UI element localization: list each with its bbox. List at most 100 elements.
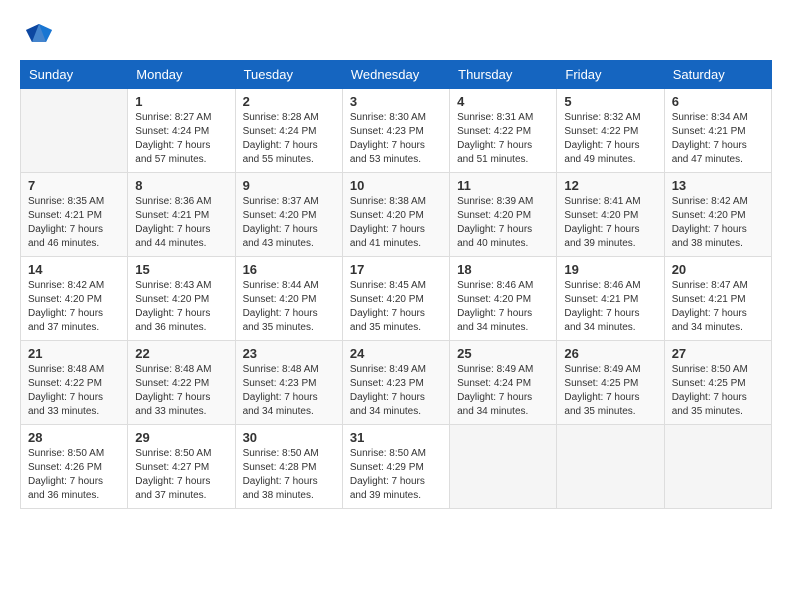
table-row: 23 Sunrise: 8:48 AMSunset: 4:23 PMDayligh… xyxy=(235,341,342,425)
table-row: 18Sunrise: 8:46 AMSunset: 4:20 PMDayligh… xyxy=(450,257,557,341)
table-row xyxy=(450,425,557,509)
day-info: Sunrise: 8:50 AMSunset: 4:25 PMDaylight:… xyxy=(672,363,764,419)
day-number: 31 xyxy=(350,430,442,445)
table-row: 30 Sunrise: 8:50 AMSunset: 4:28 PMDayligh… xyxy=(235,425,342,509)
day-info: Sunrise: 8:45 AMSunset: 4:20 PMDaylight:… xyxy=(350,279,442,335)
table-row: 15 Sunrise: 8:43 AMSunset: 4:20 PMDayligh… xyxy=(128,257,235,341)
table-row: 21 Sunrise: 8:48 AMSunset: 4:22 PMDayligh… xyxy=(21,341,128,425)
day-number: 5 xyxy=(564,94,656,109)
day-info: Sunrise: 8:47 AMSunset: 4:21 PMDaylight:… xyxy=(672,279,764,335)
table-row: 16 Sunrise: 8:44 AMSunset: 4:20 PMDayligh… xyxy=(235,257,342,341)
day-info: Sunrise: 8:41 AMSunset: 4:20 PMDaylight:… xyxy=(564,195,656,251)
day-number: 30 xyxy=(243,430,335,445)
day-info: Sunrise: 8:48 AMSunset: 4:22 PMDaylight:… xyxy=(135,363,227,419)
day-number: 29 xyxy=(135,430,227,445)
day-info: Sunrise: 8:34 AMSunset: 4:21 PMDaylight:… xyxy=(672,111,764,167)
day-number: 14 xyxy=(28,262,120,277)
day-info: Sunrise: 8:36 AMSunset: 4:21 PMDaylight:… xyxy=(135,195,227,251)
table-row: 17 Sunrise: 8:45 AMSunset: 4:20 PMDayligh… xyxy=(342,257,449,341)
table-row: 22 Sunrise: 8:48 AMSunset: 4:22 PMDayligh… xyxy=(128,341,235,425)
day-info: Sunrise: 8:42 AMSunset: 4:20 PMDaylight:… xyxy=(672,195,764,251)
logo xyxy=(20,20,54,50)
calendar: SundayMondayTuesdayWednesdayThursdayFrid… xyxy=(20,60,772,509)
table-row: 31 Sunrise: 8:50 AMSunset: 4:29 PMDayligh… xyxy=(342,425,449,509)
day-number: 22 xyxy=(135,346,227,361)
day-number: 23 xyxy=(243,346,335,361)
day-info: Sunrise: 8:49 AMSunset: 4:23 PMDaylight:… xyxy=(350,363,442,419)
day-number: 19 xyxy=(564,262,656,277)
day-info: Sunrise: 8:50 AMSunset: 4:29 PMDaylight:… xyxy=(350,447,442,503)
day-info: Sunrise: 8:27 AMSunset: 4:24 PMDaylight:… xyxy=(135,111,227,167)
table-row: 11 Sunrise: 8:39 AMSunset: 4:20 PMDayligh… xyxy=(450,173,557,257)
day-number: 3 xyxy=(350,94,442,109)
table-row: 14 Sunrise: 8:42 AMSunset: 4:20 PMDayligh… xyxy=(21,257,128,341)
day-info: Sunrise: 8:50 AMSunset: 4:28 PMDaylight:… xyxy=(243,447,335,503)
day-number: 13 xyxy=(672,178,764,193)
table-row: 1 Sunrise: 8:27 AMSunset: 4:24 PMDaylight… xyxy=(128,89,235,173)
day-info: Sunrise: 8:35 AMSunset: 4:21 PMDaylight:… xyxy=(28,195,120,251)
day-number: 9 xyxy=(243,178,335,193)
table-row: 10Sunrise: 8:38 AMSunset: 4:20 PMDayligh… xyxy=(342,173,449,257)
table-row: 12 Sunrise: 8:41 AMSunset: 4:20 PMDayligh… xyxy=(557,173,664,257)
day-info: Sunrise: 8:46 AMSunset: 4:21 PMDaylight:… xyxy=(564,279,656,335)
day-number: 15 xyxy=(135,262,227,277)
day-info: Sunrise: 8:49 AMSunset: 4:24 PMDaylight:… xyxy=(457,363,549,419)
day-info: Sunrise: 8:43 AMSunset: 4:20 PMDaylight:… xyxy=(135,279,227,335)
day-info: Sunrise: 8:50 AMSunset: 4:26 PMDaylight:… xyxy=(28,447,120,503)
col-header-wednesday: Wednesday xyxy=(342,61,449,89)
day-info: Sunrise: 8:42 AMSunset: 4:20 PMDaylight:… xyxy=(28,279,120,335)
day-number: 11 xyxy=(457,178,549,193)
day-number: 17 xyxy=(350,262,442,277)
logo-icon xyxy=(24,20,54,50)
day-number: 8 xyxy=(135,178,227,193)
day-info: Sunrise: 8:44 AMSunset: 4:20 PMDaylight:… xyxy=(243,279,335,335)
day-number: 4 xyxy=(457,94,549,109)
day-number: 10 xyxy=(350,178,442,193)
day-info: Sunrise: 8:32 AMSunset: 4:22 PMDaylight:… xyxy=(564,111,656,167)
day-info: Sunrise: 8:50 AMSunset: 4:27 PMDaylight:… xyxy=(135,447,227,503)
day-number: 24 xyxy=(350,346,442,361)
table-row: 26 Sunrise: 8:49 AMSunset: 4:25 PMDayligh… xyxy=(557,341,664,425)
table-row: 5 Sunrise: 8:32 AMSunset: 4:22 PMDaylight… xyxy=(557,89,664,173)
day-number: 28 xyxy=(28,430,120,445)
table-row: 3 Sunrise: 8:30 AMSunset: 4:23 PMDaylight… xyxy=(342,89,449,173)
table-row: 13 Sunrise: 8:42 AMSunset: 4:20 PMDayligh… xyxy=(664,173,771,257)
day-number: 18 xyxy=(457,262,549,277)
col-header-sunday: Sunday xyxy=(21,61,128,89)
day-number: 16 xyxy=(243,262,335,277)
table-row xyxy=(21,89,128,173)
day-number: 1 xyxy=(135,94,227,109)
day-number: 12 xyxy=(564,178,656,193)
table-row: 6 Sunrise: 8:34 AMSunset: 4:21 PMDaylight… xyxy=(664,89,771,173)
table-row: 29 Sunrise: 8:50 AMSunset: 4:27 PMDayligh… xyxy=(128,425,235,509)
table-row: 9 Sunrise: 8:37 AMSunset: 4:20 PMDaylight… xyxy=(235,173,342,257)
day-number: 21 xyxy=(28,346,120,361)
table-row: 2Sunrise: 8:28 AMSunset: 4:24 PMDaylight… xyxy=(235,89,342,173)
day-info: Sunrise: 8:30 AMSunset: 4:23 PMDaylight:… xyxy=(350,111,442,167)
col-header-saturday: Saturday xyxy=(664,61,771,89)
day-number: 27 xyxy=(672,346,764,361)
table-row: 19 Sunrise: 8:46 AMSunset: 4:21 PMDayligh… xyxy=(557,257,664,341)
day-number: 6 xyxy=(672,94,764,109)
day-info: Sunrise: 8:39 AMSunset: 4:20 PMDaylight:… xyxy=(457,195,549,251)
table-row: 8 Sunrise: 8:36 AMSunset: 4:21 PMDaylight… xyxy=(128,173,235,257)
col-header-monday: Monday xyxy=(128,61,235,89)
day-number: 7 xyxy=(28,178,120,193)
day-number: 26 xyxy=(564,346,656,361)
table-row xyxy=(664,425,771,509)
day-info: Sunrise: 8:31 AMSunset: 4:22 PMDaylight:… xyxy=(457,111,549,167)
day-number: 2 xyxy=(243,94,335,109)
day-number: 25 xyxy=(457,346,549,361)
day-info: Sunrise: 8:49 AMSunset: 4:25 PMDaylight:… xyxy=(564,363,656,419)
page-header xyxy=(20,20,772,50)
day-info: Sunrise: 8:48 AMSunset: 4:23 PMDaylight:… xyxy=(243,363,335,419)
table-row: 24 Sunrise: 8:49 AMSunset: 4:23 PMDayligh… xyxy=(342,341,449,425)
table-row: 20Sunrise: 8:47 AMSunset: 4:21 PMDayligh… xyxy=(664,257,771,341)
table-row: 27 Sunrise: 8:50 AMSunset: 4:25 PMDayligh… xyxy=(664,341,771,425)
table-row: 25 Sunrise: 8:49 AMSunset: 4:24 PMDayligh… xyxy=(450,341,557,425)
day-info: Sunrise: 8:48 AMSunset: 4:22 PMDaylight:… xyxy=(28,363,120,419)
table-row xyxy=(557,425,664,509)
col-header-friday: Friday xyxy=(557,61,664,89)
day-info: Sunrise: 8:37 AMSunset: 4:20 PMDaylight:… xyxy=(243,195,335,251)
col-header-tuesday: Tuesday xyxy=(235,61,342,89)
